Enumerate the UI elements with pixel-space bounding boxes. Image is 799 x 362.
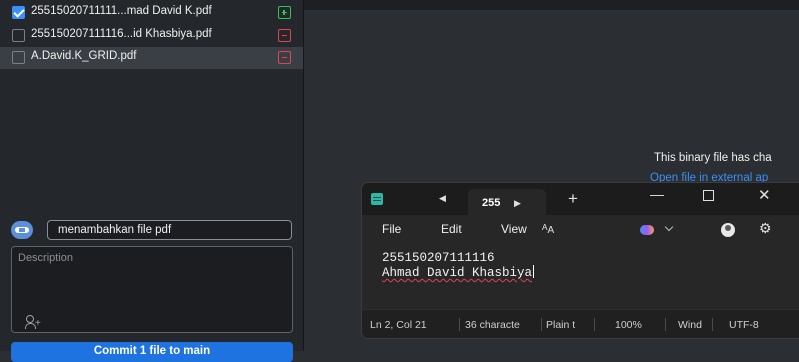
tab-prev-icon[interactable]: ◀	[439, 193, 446, 204]
commit-description-input[interactable]: Description +	[11, 246, 293, 333]
menu-file[interactable]: File	[382, 222, 401, 236]
editor-line-1: 255150207111116	[382, 251, 495, 265]
status-encoding: UTF-8	[729, 319, 759, 331]
commit-summary-input[interactable]: menambahkan file pdf	[47, 220, 292, 240]
file-name: 25515020711111...mad David K.pdf	[31, 5, 212, 17]
notepad-window: ◀ 255 ▶ + — ✕ File Edit View ᴬA ⚙ 255150…	[362, 183, 799, 338]
status-position: Ln 2, Col 21	[370, 319, 427, 331]
menu-edit[interactable]: Edit	[441, 222, 462, 236]
tab-next-icon[interactable]: ▶	[514, 198, 521, 209]
notepad-icon	[371, 193, 383, 205]
add-coauthor-icon[interactable]: +	[25, 315, 41, 329]
file-checkbox-3[interactable]	[12, 51, 25, 64]
removed-icon	[278, 51, 291, 64]
status-format: Plain t	[546, 319, 576, 331]
file-name: A.David.K_GRID.pdf	[31, 50, 137, 62]
tab-label: 255	[482, 197, 501, 209]
menu-bar: File Edit View ᴬA ⚙	[362, 215, 799, 245]
minimize-icon[interactable]: —	[650, 186, 664, 202]
gear-icon[interactable]: ⚙	[759, 220, 772, 237]
file-checkbox-2[interactable]	[12, 29, 25, 42]
status-zoom: 100%	[615, 319, 642, 331]
file-row-2[interactable]: 255150207111116...id Khasbiya.pdf	[0, 25, 303, 47]
commit-button[interactable]: Commit 1 file to main	[11, 342, 293, 362]
file-checkbox-1[interactable]	[12, 6, 25, 19]
profile-icon[interactable]	[721, 223, 735, 237]
menu-view[interactable]: View	[501, 222, 527, 236]
status-line-ending: Wind	[678, 319, 702, 331]
file-name: 255150207111116...id Khasbiya.pdf	[31, 28, 212, 40]
editor-line-2-text: Ahmad David Khasbiya	[382, 266, 533, 280]
copilot-icon[interactable]	[640, 225, 654, 235]
status-characters: 36 characte	[465, 319, 520, 331]
tab-document[interactable]: 255 ▶	[468, 189, 546, 215]
status-bar: Ln 2, Col 21 36 characte Plain t 100% Wi…	[362, 309, 799, 338]
removed-icon	[278, 29, 291, 42]
description-placeholder: Description	[18, 252, 74, 264]
chevron-down-icon[interactable]	[664, 222, 674, 232]
avatar	[11, 221, 33, 239]
text-editor[interactable]: 255150207111116 Ahmad David Khasbiya	[362, 245, 799, 309]
changes-sidebar: 25515020711111...mad David K.pdf 2551502…	[0, 0, 304, 362]
file-row-1[interactable]: 25515020711111...mad David K.pdf	[0, 2, 303, 24]
plus-icon[interactable]: +	[568, 189, 578, 209]
binary-file-message: This binary file has cha	[654, 152, 772, 164]
close-icon[interactable]: ✕	[758, 186, 771, 204]
top-strip	[304, 0, 799, 10]
file-row-3[interactable]: A.David.K_GRID.pdf	[0, 47, 303, 69]
text-format-icon[interactable]: ᴬA	[542, 222, 554, 236]
maximize-icon[interactable]	[703, 190, 714, 201]
added-icon	[278, 6, 291, 19]
text-caret	[533, 265, 535, 278]
editor-line-2: Ahmad David Khasbiya	[382, 265, 535, 280]
title-bar: ◀ 255 ▶ + — ✕	[362, 183, 799, 215]
